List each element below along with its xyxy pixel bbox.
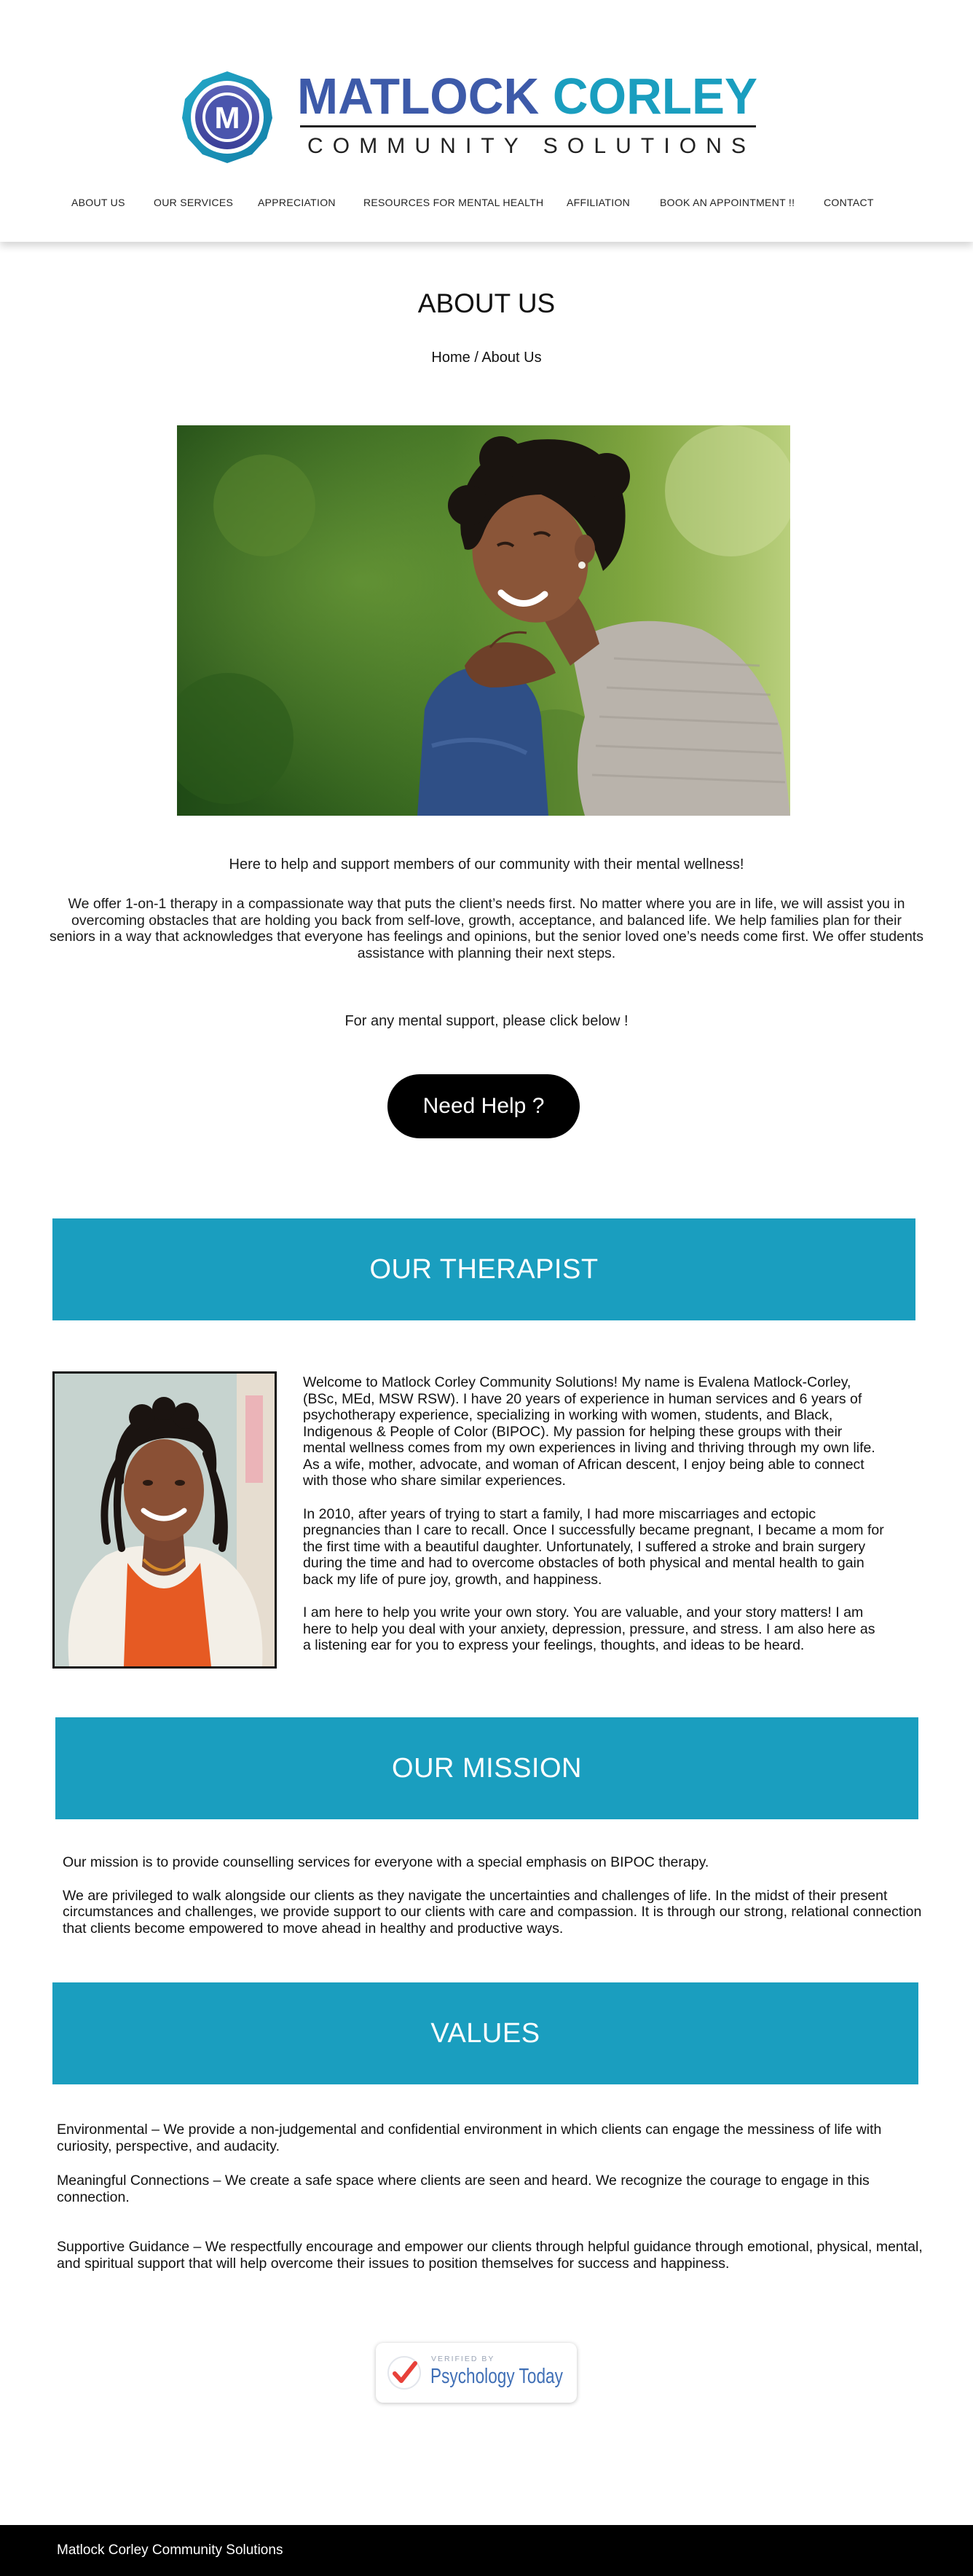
nav-affiliation[interactable]: AFFILIATION: [567, 197, 630, 208]
site-logo[interactable]: M MATLOCK CORLEY COMMUNITY SOLUTIONS: [182, 70, 765, 165]
logo-wordmark: MATLOCK CORLEY: [297, 70, 757, 125]
hero-image: [177, 425, 790, 816]
value-meaningful-connections: Meaningful Connections – We create a saf…: [57, 2173, 870, 2205]
need-help-button[interactable]: Need Help ?: [387, 1074, 580, 1138]
support-prompt: For any mental support, please click bel…: [344, 1013, 629, 1029]
nav-about-us[interactable]: ABOUT US: [71, 197, 125, 208]
therapist-photo: [52, 1371, 277, 1669]
therapist-bio: Welcome to Matlock Corley Community Solu…: [303, 1374, 886, 1671]
mission-section-heading: OUR MISSION: [55, 1717, 918, 1819]
mission-paragraph: We are privileged to walk alongside our …: [63, 1887, 922, 1937]
page-title: ABOUT US: [417, 288, 556, 318]
value-environmental: Environmental – We provide a non-judgeme…: [57, 2122, 882, 2154]
mission-text: Our mission is to provide counselling se…: [63, 1854, 922, 1953]
nav-our-services[interactable]: OUR SERVICES: [154, 197, 233, 208]
main-nav: ABOUT US OUR SERVICES APPRECIATION RESOU…: [0, 197, 973, 220]
psychology-today-badge[interactable]: VERIFIED BY Psychology Today: [376, 2343, 577, 2403]
checkmark-icon: [387, 2356, 421, 2390]
badge-brand-name: Psychology Today: [430, 2365, 563, 2388]
about-description: We offer 1-on-1 therapy in a compassiona…: [50, 896, 923, 961]
site-footer: Matlock Corley Community Solutions: [0, 2525, 973, 2576]
breadcrumb: Home / About Us: [431, 350, 542, 366]
nav-appreciation[interactable]: APPRECIATION: [258, 197, 336, 208]
value-supportive-guidance: Supportive Guidance – We respectfully en…: [57, 2239, 923, 2272]
nav-resources[interactable]: RESOURCES FOR MENTAL HEALTH: [363, 197, 543, 208]
therapist-bio-paragraph: Welcome to Matlock Corley Community Solu…: [303, 1374, 875, 1489]
nav-contact[interactable]: CONTACT: [824, 197, 874, 208]
about-tagline: Here to help and support members of our …: [229, 856, 744, 873]
therapist-section-heading: OUR THERAPIST: [52, 1218, 915, 1320]
nav-book-appointment[interactable]: BOOK AN APPOINTMENT !!: [660, 197, 795, 208]
footer-copyright: Matlock Corley Community Solutions: [57, 2542, 283, 2558]
badge-verified-label: VERIFIED BY: [431, 2355, 495, 2363]
site-header: M MATLOCK CORLEY COMMUNITY SOLUTIONS ABO…: [0, 0, 973, 242]
therapist-bio-paragraph: I am here to help you write your own sto…: [303, 1604, 875, 1653]
logo-emblem: M: [182, 71, 272, 163]
mission-paragraph: Our mission is to provide counselling se…: [63, 1854, 709, 1870]
therapist-bio-paragraph: In 2010, after years of trying to start …: [303, 1505, 884, 1588]
svg-text:M: M: [215, 101, 240, 135]
logo-subtitle: COMMUNITY SOLUTIONS: [307, 134, 753, 158]
values-section-heading: VALUES: [52, 1982, 918, 2084]
